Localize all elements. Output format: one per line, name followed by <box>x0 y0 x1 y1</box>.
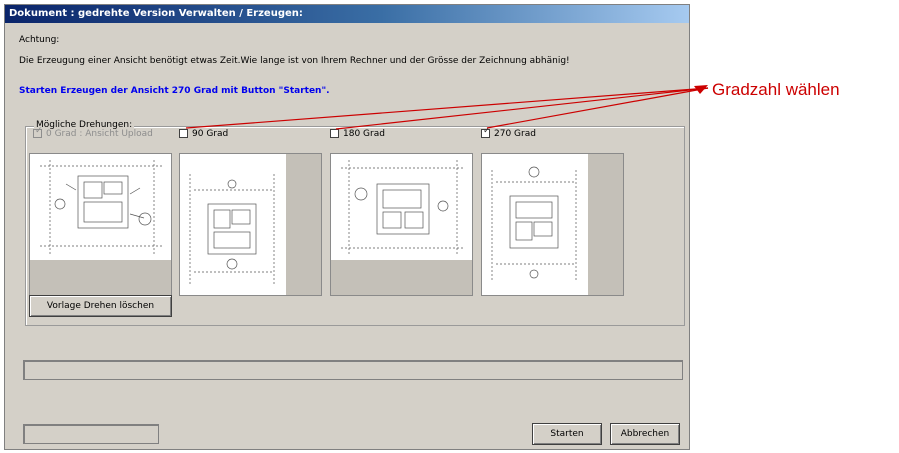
annotation-label: Gradzahl wählen <box>712 80 840 99</box>
annotation-arrows <box>185 85 709 130</box>
arrow-to-180 <box>335 87 709 130</box>
arrow-to-90 <box>185 87 709 129</box>
arrow-to-270 <box>486 87 709 129</box>
